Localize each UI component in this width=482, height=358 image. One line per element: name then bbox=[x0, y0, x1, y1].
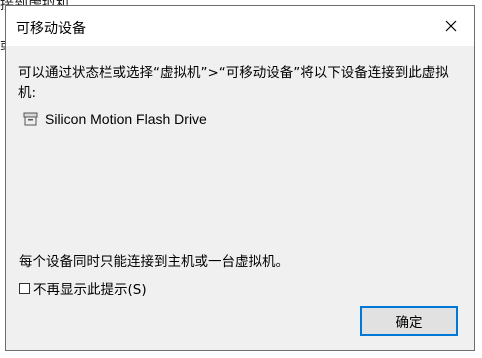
dont-show-again-option[interactable]: 不再显示此提示(S) bbox=[19, 278, 147, 298]
close-icon bbox=[445, 20, 457, 32]
dialog-title: 可移动设备 bbox=[16, 21, 86, 37]
dont-show-again-label: 不再显示此提示(S) bbox=[33, 282, 147, 298]
device-label: Silicon Motion Flash Drive bbox=[45, 111, 207, 127]
ok-button[interactable]: 确定 bbox=[360, 306, 458, 336]
dialog-description: 可以通过状态栏或选择“虚拟机”>“可移动设备”将以下设备连接到此虚拟机: bbox=[18, 65, 449, 101]
close-button[interactable] bbox=[428, 6, 474, 46]
dont-show-again-checkbox[interactable] bbox=[19, 282, 30, 294]
dialog-body: 可以通过状态栏或选择“虚拟机”>“可移动设备”将以下设备连接到此虚拟机: Sil… bbox=[6, 46, 474, 350]
removable-drive-icon bbox=[23, 112, 38, 126]
device-list-item[interactable]: Silicon Motion Flash Drive bbox=[23, 109, 207, 129]
connection-note: 每个设备同时只能连接到主机或一台虚拟机。 bbox=[19, 254, 289, 270]
removable-devices-dialog: 可移动设备 可以通过状态栏或选择“虚拟机”>“可移动设备”将以下设备连接到此虚拟… bbox=[5, 5, 475, 351]
dialog-titlebar: 可移动设备 bbox=[6, 6, 474, 46]
